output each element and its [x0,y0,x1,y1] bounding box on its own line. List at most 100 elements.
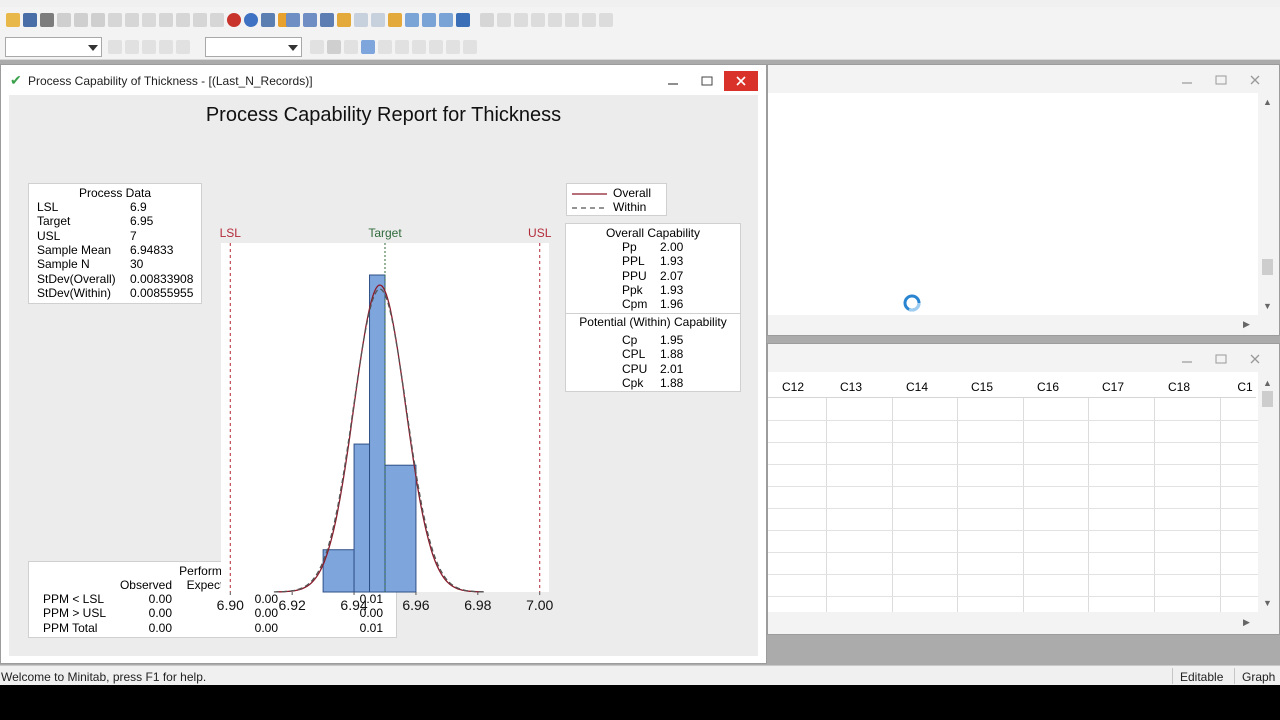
cascade-icon[interactable] [422,13,436,27]
clear-brush-icon[interactable] [565,13,579,27]
cut-icon[interactable] [57,13,71,27]
session-window-icon[interactable] [286,13,300,27]
minimize-button[interactable] [656,71,690,91]
paste-icon[interactable] [91,13,105,27]
worksheet-horizontal-scrollbar[interactable]: ▶ [768,612,1279,634]
font-select-combo[interactable] [205,37,302,57]
tile-icon[interactable] [405,13,419,27]
minimize-icon [668,83,678,85]
insert-col-icon[interactable] [176,13,190,27]
select-tool-icon[interactable] [108,40,122,54]
set-id-icon[interactable] [497,13,511,27]
print-icon[interactable] [40,13,54,27]
assistant-icon[interactable] [261,13,275,27]
session-vertical-scrollbar[interactable]: ▲ ▼ [1258,93,1279,315]
toolbar-icons-group-4 [108,40,190,54]
session-minimize-button[interactable] [1170,70,1204,90]
histogram-chart: LSL Target USL 6.90 6.92 6.94 6.96 6.98 7.00 [217,226,554,613]
manage-graphs-icon[interactable] [456,13,470,27]
rectangle-tool-icon[interactable] [378,40,392,54]
worksheet-column-header[interactable]: C16 [1015,380,1081,394]
worksheet-vertical-scrollbar[interactable]: ▲ ▼ [1258,372,1279,612]
status-editable: Editable [1172,668,1223,684]
pointer-icon[interactable] [344,40,358,54]
plant-flag-icon[interactable] [159,40,173,54]
edit-tool-icon[interactable] [176,40,190,54]
crosshairs-tool-icon[interactable] [142,40,156,54]
id-variables-icon[interactable] [514,13,528,27]
worksheet-minimize-button[interactable] [1170,349,1204,369]
worksheet-column-header[interactable]: C13 [818,380,884,394]
scroll-right-icon[interactable]: ▶ [1243,617,1250,628]
worksheet-column-header[interactable]: C14 [884,380,950,394]
capability-report-graph[interactable]: Process Capability Report for Thickness … [9,95,758,656]
worksheet-column-header[interactable]: C15 [949,380,1015,394]
scroll-up-icon[interactable]: ▲ [1263,97,1272,107]
session-content[interactable] [768,93,1258,315]
worksheet-window-titlebar[interactable] [768,344,1279,372]
brush-tool-icon[interactable] [125,40,139,54]
undo-icon[interactable] [108,13,122,27]
text-tool-icon[interactable] [361,40,375,54]
line-tool-icon[interactable] [412,40,426,54]
element-select-combo[interactable] [5,37,102,57]
grid-column-line [826,398,827,612]
project-manager-icon[interactable] [320,13,334,27]
brush-cols-icon[interactable] [548,13,562,27]
zoom-icon[interactable] [327,40,341,54]
ellipse-tool-icon[interactable] [395,40,409,54]
scroll-right-icon[interactable]: ▶ [1243,319,1250,330]
worksheet-window: C12 C13 C14 C15 C16 C17 C18 C1 ▲ ▼ ▶ [767,343,1280,635]
report-pad-icon[interactable] [354,13,368,27]
save-icon[interactable] [23,13,37,27]
worksheet-grid[interactable] [768,372,1258,619]
graph-icon[interactable] [439,13,453,27]
worksheet-column-header[interactable]: C18 [1146,380,1212,394]
worksheet-column-header[interactable]: C12 [760,380,826,394]
crosshair-icon[interactable] [582,13,596,27]
grid-row-line [768,530,1258,531]
grid-column-line [1023,398,1024,612]
insert-row-icon[interactable] [159,13,173,27]
redo-icon[interactable] [125,13,139,27]
info-icon[interactable] [371,13,385,27]
polygon-tool-icon[interactable] [463,40,477,54]
copy-icon[interactable] [74,13,88,27]
scroll-down-icon[interactable]: ▼ [1263,598,1272,608]
help-icon[interactable] [244,13,258,27]
graph-window-titlebar[interactable]: ✔ Process Capability of Thickness - [(La… [1,65,766,95]
maximize-button[interactable] [690,71,724,91]
polyline-tool-icon[interactable] [446,40,460,54]
find-icon[interactable] [193,13,207,27]
marker-tool-icon[interactable] [429,40,443,54]
busy-spinner-icon [903,294,921,312]
graph-folder-icon[interactable] [337,13,351,27]
worksheet-close-button[interactable] [1238,349,1272,369]
scroll-up-icon[interactable]: ▲ [1263,378,1272,388]
histogram-bar [322,549,355,593]
cancel-icon[interactable] [227,13,241,27]
zoom-graph-icon[interactable] [599,13,613,27]
session-horizontal-scrollbar[interactable]: ▶ [768,315,1279,335]
worksheet-icon[interactable] [303,13,317,27]
worksheet-scroll-thumb[interactable] [1262,391,1273,407]
close-button[interactable] [724,71,758,91]
brush-rows-icon[interactable] [531,13,545,27]
worksheet-maximize-button[interactable] [1204,349,1238,369]
session-maximize-button[interactable] [1204,70,1238,90]
history-icon[interactable] [388,13,402,27]
edit-last-dialog-icon[interactable] [142,13,156,27]
x-tick-label: 6.92 [279,597,306,613]
session-scroll-thumb[interactable] [1262,259,1273,275]
session-window-titlebar[interactable] [768,65,1279,93]
worksheet-column-header[interactable]: C17 [1080,380,1146,394]
delete-icon[interactable] [310,40,324,54]
replace-icon[interactable] [210,13,224,27]
session-close-button[interactable] [1238,70,1272,90]
brush-icon[interactable] [480,13,494,27]
open-icon[interactable] [6,13,20,27]
scroll-down-icon[interactable]: ▼ [1263,301,1272,311]
x-tick-label: 6.94 [340,597,367,613]
x-tick-label: 7.00 [526,597,553,613]
session-window: ▲ ▼ ▶ [767,64,1280,336]
